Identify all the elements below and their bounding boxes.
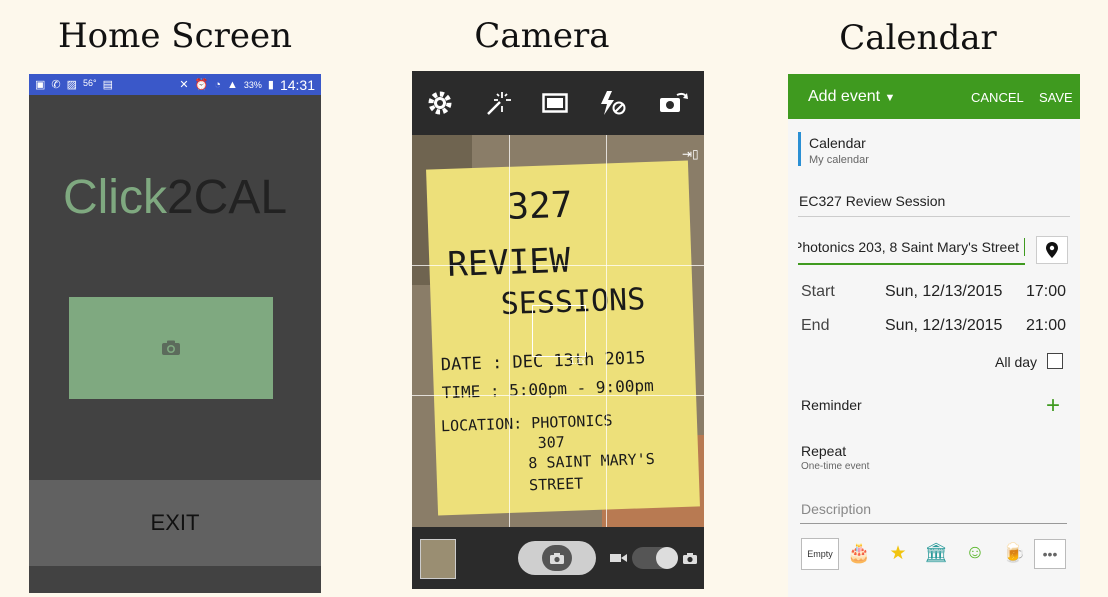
description-underline [800, 523, 1067, 524]
clock: 14:31 [279, 76, 315, 93]
reminder-label: Reminder [801, 397, 862, 413]
note-location4: STREET [528, 474, 584, 495]
calendar-header: Add event ▼ CANCEL SAVE [788, 74, 1080, 119]
title-underline [798, 216, 1070, 217]
battery-percent: 33% [243, 79, 262, 90]
smiley-icon[interactable]: ☺ [959, 539, 991, 567]
flash-off-icon[interactable] [598, 90, 626, 116]
repeat-label[interactable]: Repeat [801, 443, 846, 459]
end-date[interactable]: Sun, 12/13/2015 [885, 317, 1002, 335]
exit-button[interactable]: EXIT [29, 480, 321, 566]
cake-icon[interactable]: 🎂 [843, 539, 875, 567]
sticker-empty-label: Empty [807, 549, 833, 559]
mode-toggle-knob [656, 547, 678, 569]
camera-caption: Camera [474, 16, 610, 56]
grid-line-v2 [606, 135, 607, 527]
all-day-label: All day [995, 354, 1038, 370]
note-location1: LOCATION: PHOTONICS [440, 411, 613, 436]
calendar-name[interactable]: Calendar [809, 135, 866, 151]
mode-toggle[interactable] [632, 547, 678, 569]
signal-icon: ▲ [226, 78, 238, 91]
effects-icon[interactable] [484, 90, 512, 116]
grid-line-h2 [412, 395, 704, 396]
location-underline [798, 263, 1025, 265]
beer-icon[interactable]: 🍺 [998, 539, 1030, 567]
video-icon [610, 554, 627, 562]
star-icon[interactable]: ★ [882, 539, 914, 567]
bank-icon[interactable]: 🏛 [920, 539, 952, 567]
logo-2cal: 2CAL [166, 171, 288, 224]
camera-screen: 327 REVIEW SESSIONS DATE : DEC 13th 2015… [412, 71, 704, 589]
orientation-icon: ⇥▯ [682, 147, 699, 161]
calendar-color-bar [798, 132, 801, 166]
gallery-icon: ▣ [35, 79, 46, 91]
camera-toolbar [412, 71, 704, 135]
calendar-account: My calendar [809, 154, 869, 166]
sticker-empty[interactable]: Empty [801, 538, 839, 570]
status-bar: ▣ ✆ ▨ 56° ▤ ✕ ⏰ ◔ ▲ 33% ▮ 14:31 [29, 74, 321, 95]
switch-camera-icon[interactable] [657, 91, 689, 115]
grid-line-v1 [509, 135, 510, 527]
location-text: Photonics 203, 8 Saint Mary's Street [798, 239, 1020, 255]
gear-icon[interactable] [427, 90, 453, 116]
focus-box [532, 305, 586, 357]
repeat-value: One-time event [801, 461, 870, 472]
map-pin-icon [1046, 242, 1058, 258]
photo-icon [683, 552, 697, 564]
home-bottom-area [29, 566, 321, 593]
calendar-caption: Calendar [839, 18, 997, 58]
exit-label: EXIT [150, 510, 200, 535]
logo-click: Click [62, 171, 167, 224]
temperature: 56° [83, 78, 97, 88]
more-icon[interactable]: ••• [1034, 539, 1066, 569]
grid-line-h1 [412, 265, 704, 266]
alarm-icon: ⏰ [194, 79, 209, 91]
dropdown-arrow-icon: ▼ [884, 92, 896, 104]
note-location2: 307 [537, 433, 566, 452]
app-logo: Click2CAL [29, 170, 321, 225]
description-field[interactable]: Description [801, 501, 871, 517]
note-time: TIME : 5:00pm - 9:00pm [441, 375, 654, 403]
start-date[interactable]: Sun, 12/13/2015 [885, 283, 1002, 301]
add-event-dropdown[interactable]: Add event ▼ [808, 88, 895, 106]
camera-icon [162, 340, 180, 355]
end-time[interactable]: 21:00 [1026, 317, 1066, 335]
battery-icon: ▮ [267, 79, 274, 91]
location-field[interactable]: Photonics 203, 8 Saint Mary's Street [798, 239, 1024, 255]
home-screen: ▣ ✆ ▨ 56° ▤ ✕ ⏰ ◔ ▲ 33% ▮ 14:31 Click2CA… [29, 74, 321, 593]
camera-button[interactable] [69, 297, 273, 399]
location-cursor [1024, 238, 1025, 256]
note-line1: 327 [506, 184, 574, 228]
map-pin-button[interactable] [1036, 236, 1068, 264]
note-location3: 8 SAINT MARY'S [528, 449, 656, 473]
camera-viewfinder[interactable]: 327 REVIEW SESSIONS DATE : DEC 13th 2015… [412, 135, 704, 527]
cancel-button[interactable]: CANCEL [971, 90, 1024, 105]
calendar-screen: Add event ▼ CANCEL SAVE Calendar My cale… [788, 74, 1080, 597]
add-reminder-button[interactable]: + [1046, 392, 1060, 420]
image-icon: ▨ [66, 79, 78, 91]
document-icon: ▤ [102, 79, 114, 91]
gallery-thumbnail[interactable] [420, 539, 456, 579]
zoom-indicator: 1.1x [570, 357, 586, 366]
wifi-icon: ◔ [214, 78, 221, 91]
home-caption: Home Screen [57, 16, 292, 56]
aspect-ratio-icon[interactable] [542, 93, 568, 113]
shutter-button[interactable] [518, 541, 596, 575]
mute-icon: ✕ [179, 79, 189, 91]
camera-mode-switch[interactable] [610, 547, 698, 569]
start-label: Start [801, 283, 835, 300]
phone-icon: ✆ [51, 79, 61, 91]
start-time[interactable]: 17:00 [1026, 283, 1066, 301]
add-event-label: Add event [808, 88, 881, 105]
end-label: End [801, 317, 830, 334]
camera-bottom-bar [412, 527, 704, 589]
all-day-checkbox[interactable] [1047, 353, 1063, 369]
save-button[interactable]: SAVE [1039, 90, 1073, 105]
event-title-field[interactable]: EC327 Review Session [799, 193, 945, 209]
camera-icon [550, 552, 564, 564]
